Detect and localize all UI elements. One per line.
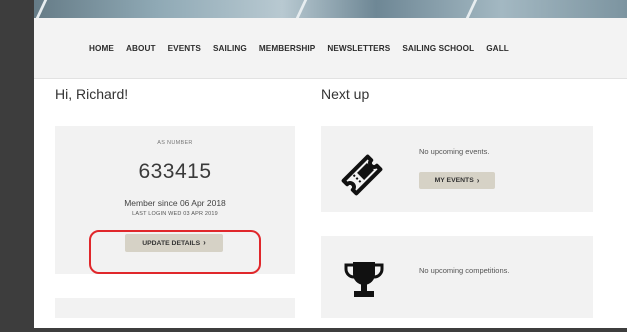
screenshot-frame-left <box>0 0 34 332</box>
banner-streak <box>295 0 308 18</box>
screenshot-frame-bottom <box>0 328 627 332</box>
my-events-button[interactable]: MY EVENTS › <box>419 172 495 189</box>
last-login-text: LAST LOGIN WED 03 APR 2019 <box>132 211 218 217</box>
nav-item-home[interactable]: HOME <box>89 44 114 53</box>
next-up-heading: Next up <box>321 86 370 102</box>
main-navigation: HOME ABOUT EVENTS SAILING MEMBERSHIP NEW… <box>34 18 627 79</box>
ticket-icon <box>341 154 383 196</box>
banner-streak <box>35 0 48 18</box>
nav-item-membership[interactable]: MEMBERSHIP <box>259 44 316 53</box>
nav-list: HOME ABOUT EVENTS SAILING MEMBERSHIP NEW… <box>89 44 509 53</box>
banner-image-strip <box>0 0 627 18</box>
secondary-card <box>55 298 295 318</box>
nav-item-sailing-school[interactable]: SAILING SCHOOL <box>402 44 474 53</box>
upcoming-competitions-card: No upcoming competitions. <box>321 236 593 318</box>
no-competitions-text: No upcoming competitions. <box>419 266 510 275</box>
upcoming-events-card: No upcoming events. MY EVENTS › <box>321 126 593 212</box>
red-highlight-annotation <box>89 230 261 274</box>
my-events-label: MY EVENTS <box>434 177 474 184</box>
greeting-heading: Hi, Richard! <box>55 86 129 102</box>
nav-item-events[interactable]: EVENTS <box>168 44 201 53</box>
no-events-text: No upcoming events. <box>419 147 490 156</box>
as-number-value: 633415 <box>138 160 212 183</box>
chevron-right-icon: › <box>476 175 480 185</box>
banner-streak <box>465 0 478 18</box>
nav-item-gallery[interactable]: GALL <box>486 44 509 53</box>
nav-item-sailing[interactable]: SAILING <box>213 44 247 53</box>
member-since-text: Member since 06 Apr 2018 <box>124 198 226 208</box>
as-number-label: AS NUMBER <box>157 140 193 146</box>
trophy-icon <box>344 262 384 297</box>
nav-item-about[interactable]: ABOUT <box>126 44 156 53</box>
nav-item-newsletters[interactable]: NEWSLETTERS <box>327 44 390 53</box>
